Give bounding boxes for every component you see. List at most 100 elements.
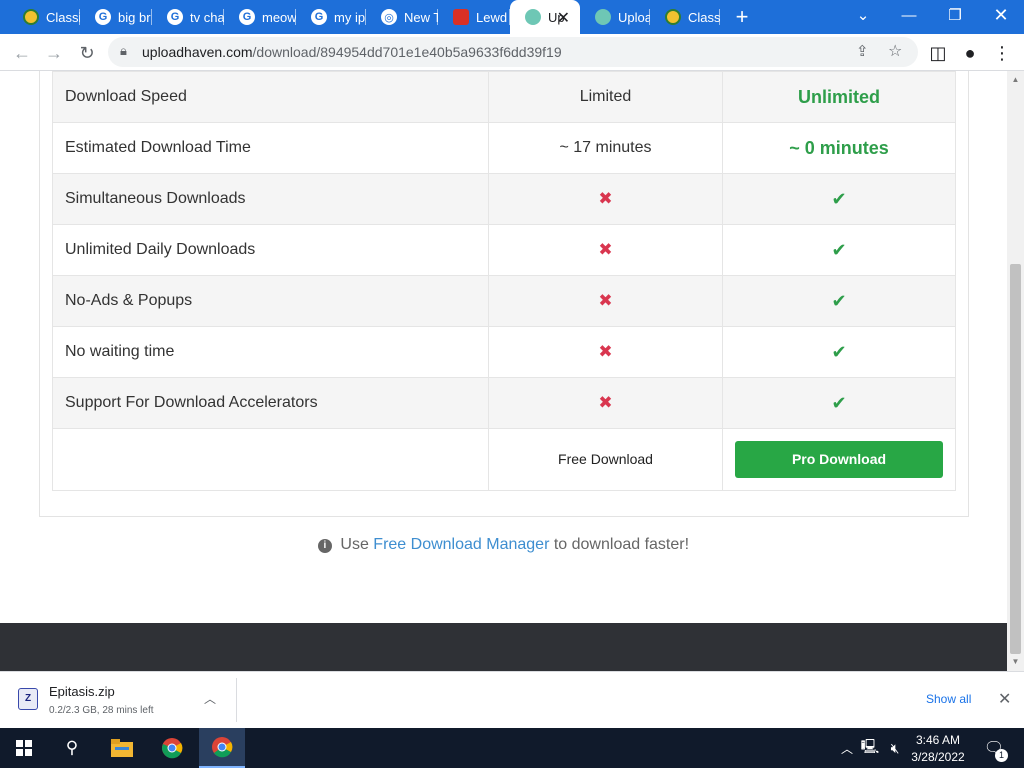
browser-tab[interactable]: Gmeow	[224, 0, 296, 34]
url-text[interactable]: uploadhaven.com/download/894954dd701e1e4…	[142, 44, 562, 60]
url-path: /download/894954dd701e1e40b5a9633f6dd39f…	[252, 44, 562, 60]
scroll-up-arrow-icon[interactable]: ▲	[1007, 75, 1024, 84]
profile-icon[interactable]: ●	[958, 41, 982, 65]
free-cell: Limited	[488, 71, 723, 123]
table-row: Unlimited Daily Downloads ✖ ✔	[52, 224, 956, 276]
tab-label: my ip	[334, 9, 366, 25]
browser-tab[interactable]: Classi	[650, 0, 720, 34]
chrome-taskbar-icon[interactable]	[154, 728, 190, 768]
cross-icon: ✖	[598, 291, 613, 310]
check-icon: ✔	[831, 341, 847, 362]
notification-count-badge: 1	[995, 749, 1008, 762]
tab-label: Classi	[688, 9, 720, 25]
pro-value: ~ 0 minutes	[789, 137, 889, 158]
notification-center-icon[interactable]: 🗨︎ 1	[980, 728, 1008, 768]
feature-name: Support For Download Accelerators	[52, 377, 489, 429]
file-explorer-icon[interactable]	[104, 728, 140, 768]
pro-cell: ✔	[722, 275, 956, 327]
free-download-link[interactable]: Free Download	[558, 451, 653, 467]
free-download-manager-link[interactable]: Free Download Manager	[373, 536, 549, 553]
search-icon[interactable]: ⚲	[54, 728, 90, 768]
free-cell: ✖	[488, 173, 723, 225]
lock-icon[interactable]: 🔒︎	[120, 43, 127, 59]
page-footer	[0, 623, 1007, 671]
url-domain: uploadhaven.com	[142, 44, 253, 60]
windows-taskbar: ⚲ ︿ 🖳︎ 🔇︎ 3:46 AM 3/28/2022 🗨︎ 1	[0, 728, 1024, 768]
browser-tab[interactable]: Uploa	[580, 0, 650, 34]
close-shelf-icon[interactable]: ✕	[998, 689, 1011, 709]
pro-cell: Unlimited	[722, 71, 956, 123]
vertical-scrollbar[interactable]: ▲ ▼	[1007, 71, 1024, 671]
feature-name: Unlimited Daily Downloads	[52, 224, 489, 276]
browser-tab[interactable]: Classi	[8, 0, 80, 34]
show-all-button[interactable]: Show all	[926, 692, 971, 706]
reload-icon[interactable]: ↻	[75, 41, 99, 65]
free-cell: ✖	[488, 275, 723, 327]
browser-tab[interactable]: Up ✕	[510, 0, 580, 34]
scroll-thumb[interactable]	[1010, 264, 1021, 654]
browser-tab[interactable]: ◎ New T	[366, 0, 438, 34]
forward-arrow-icon[interactable]: →	[42, 41, 66, 65]
share-icon[interactable]: ⇪	[856, 42, 869, 60]
volume-muted-icon[interactable]: 🔇︎	[884, 728, 906, 768]
back-arrow-icon[interactable]: ←	[10, 41, 34, 65]
tab-search-icon[interactable]: ⌄	[840, 0, 886, 30]
check-icon: ✔	[831, 239, 847, 260]
pro-download-cell: Pro Download	[722, 428, 956, 491]
windows-start-icon[interactable]	[6, 728, 42, 768]
free-value: ~ 17 minutes	[559, 139, 652, 156]
download-file-name[interactable]: Epitasis.zip	[49, 684, 115, 699]
tip-suffix: to download faster!	[553, 536, 690, 553]
browser-tab[interactable]: Gtv cha	[152, 0, 224, 34]
info-icon: i	[317, 539, 332, 553]
browser-tab[interactable]: Gmy ip	[296, 0, 366, 34]
address-bar[interactable]: 🔒︎ uploadhaven.com/download/894954dd701e…	[108, 37, 918, 67]
browser-toolbar: ← → ↻ 🔒︎ uploadhaven.com/download/894954…	[0, 34, 1024, 71]
empty-cell	[52, 428, 489, 491]
check-icon: ✔	[831, 188, 847, 209]
clock-time[interactable]: 3:46 AM	[908, 733, 968, 747]
table-row: Download Speed Limited Unlimited	[52, 71, 956, 123]
table-row: Support For Download Accelerators ✖ ✔	[52, 377, 956, 429]
comparison-table: Download Speed Limited Unlimited Estimated …	[52, 71, 956, 491]
cloud-icon	[525, 9, 541, 25]
check-icon: ✔	[831, 290, 847, 311]
pro-cell: ✔	[722, 173, 956, 225]
shelf-divider	[236, 678, 237, 722]
chevron-up-tray-icon[interactable]: ︿	[838, 728, 856, 768]
tab-label: Classi	[46, 9, 80, 25]
new-tab-button[interactable]: +	[728, 0, 756, 34]
feature-name: No waiting time	[52, 326, 489, 378]
pro-download-button[interactable]: Pro Download	[735, 441, 943, 478]
table-row: No-Ads & Popups ✖ ✔	[52, 275, 956, 327]
table-row: Simultaneous Downloads ✖ ✔	[52, 173, 956, 225]
table-row: Estimated Download Time ~ 17 minutes ~ 0 m…	[52, 122, 956, 174]
free-cell: ✖	[488, 377, 723, 429]
download-status: 0.2/2.3 GB, 28 mins left	[49, 705, 154, 716]
classy-icon	[665, 9, 681, 25]
zip-file-icon: Z	[18, 688, 38, 710]
chevron-up-icon[interactable]: ︿	[204, 690, 216, 707]
scroll-down-arrow-icon[interactable]: ▼	[1007, 657, 1024, 666]
free-value: Limited	[579, 88, 632, 105]
browser-tab[interactable]: Lewd	[438, 0, 510, 34]
menu-dots-icon[interactable]: ⋮	[990, 41, 1014, 65]
close-window-button[interactable]: ✕	[978, 0, 1024, 30]
side-panel-icon[interactable]: ◫	[926, 41, 950, 65]
chrome-active-taskbar-icon[interactable]	[199, 728, 245, 768]
restore-button[interactable]: ❐	[932, 0, 978, 30]
google-icon: G	[311, 9, 327, 25]
pro-cell: ~ 0 minutes	[722, 122, 956, 174]
google-icon: G	[239, 9, 255, 25]
lewd-icon	[453, 9, 469, 25]
tab-strip: Classi Gbig br Gtv cha Gmeow Gmy ip ◎ New T Lew…	[0, 0, 1024, 34]
free-cell: ~ 17 minutes	[488, 122, 723, 174]
google-icon: G	[95, 9, 111, 25]
browser-tab[interactable]: Gbig br	[80, 0, 152, 34]
bookmark-star-icon[interactable]: ☆	[888, 41, 902, 61]
page-content: Download Speed Limited Unlimited Estimated …	[0, 71, 1007, 623]
minimize-button[interactable]: —	[886, 0, 932, 30]
close-tab-icon[interactable]: ✕	[557, 8, 570, 28]
network-icon[interactable]: 🖳︎	[860, 728, 880, 768]
clock-date[interactable]: 3/28/2022	[908, 750, 968, 764]
